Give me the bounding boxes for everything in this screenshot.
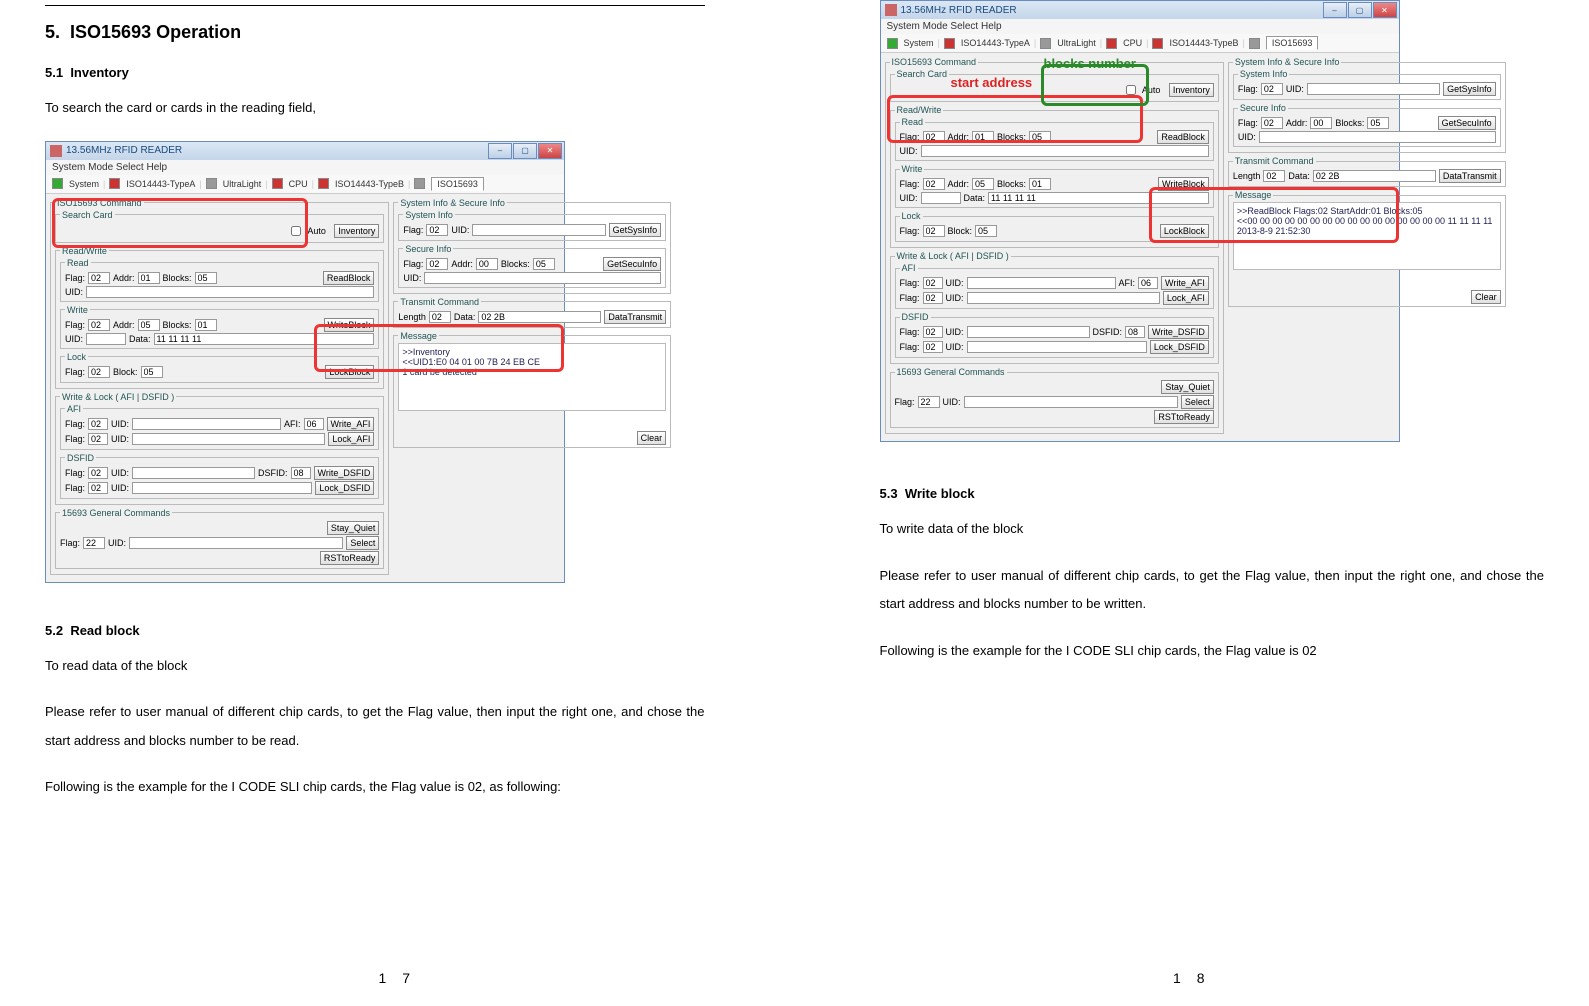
stay-quiet-button[interactable]: Stay_Quiet — [327, 521, 380, 535]
lock-afi-button[interactable]: Lock_AFI — [328, 432, 374, 446]
status-dot — [52, 178, 63, 189]
lock-dsfid-button[interactable]: Lock_DSFID — [315, 481, 374, 495]
inventory-button[interactable]: Inventory — [334, 224, 379, 238]
auto-checkbox[interactable] — [291, 226, 301, 236]
section-5-3-heading: 5.3 Write block — [880, 486, 1545, 501]
readblock-button[interactable]: ReadBlock — [323, 271, 375, 285]
write-dsfid-button[interactable]: Write_DSFID — [314, 466, 375, 480]
maximize-button[interactable]: ▢ — [513, 143, 537, 159]
rst-to-ready-button[interactable]: RSTtoReady — [320, 551, 380, 565]
getsysinfo-button[interactable]: GetSysInfo — [609, 223, 662, 237]
read-uid[interactable] — [86, 286, 374, 298]
page-number-right: 1 8 — [1173, 970, 1210, 986]
menu-bar[interactable]: System Mode Select Help — [46, 160, 564, 175]
section-5-2-heading: 5.2 Read block — [45, 623, 705, 638]
p-5-1: To search the card or cards in the readi… — [45, 94, 705, 123]
page-number-left: 1 7 — [379, 970, 416, 986]
read-blocks[interactable] — [195, 272, 217, 284]
datatransmit-button[interactable]: DataTransmit — [604, 310, 666, 324]
write-afi-button[interactable]: Write_AFI — [327, 417, 375, 431]
message-box: >>Inventory<<UID1:E0 04 01 00 7B 24 EB C… — [398, 343, 666, 411]
read-flag[interactable] — [88, 272, 110, 284]
close-button[interactable]: ✕ — [538, 143, 562, 159]
section-5-heading: 5. ISO15693 Operation — [45, 22, 705, 43]
getsecuinfo-button[interactable]: GetSecuInfo — [603, 257, 661, 271]
read-addr[interactable] — [138, 272, 160, 284]
message-box-2: >>ReadBlock Flags:02 StartAddr:01 Blocks… — [1233, 202, 1501, 270]
app-window-1: 13.56MHz RFID READER –▢✕ System Mode Sel… — [45, 141, 565, 583]
writeblock-button[interactable]: WriteBlock — [324, 318, 375, 332]
tab-bar: System |ISO14443-TypeA |UltraLight |CPU … — [46, 175, 564, 194]
clear-button[interactable]: Clear — [637, 431, 667, 445]
lockblock-button[interactable]: LockBlock — [325, 365, 374, 379]
tab-iso15693[interactable]: ISO15693 — [431, 177, 484, 191]
section-5-1-heading: 5.1 Inventory — [45, 65, 705, 80]
select-button[interactable]: Select — [346, 536, 379, 550]
minimize-button[interactable]: – — [488, 143, 512, 159]
window-title: 13.56MHz RFID READER — [66, 145, 182, 156]
app-window-2: 13.56MHz RFID READER –▢✕ System Mode Sel… — [880, 0, 1400, 442]
